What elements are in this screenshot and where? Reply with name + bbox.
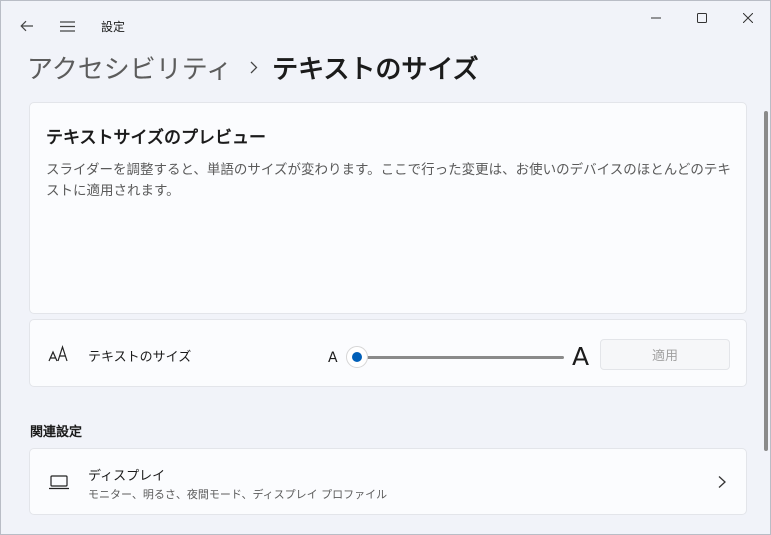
back-button[interactable]: [13, 12, 41, 40]
close-icon: [743, 13, 753, 23]
related-settings-heading: 関連設定: [30, 425, 83, 440]
related-item-subtitle: モニター、明るさ、夜間モード、ディスプレイ プロファイル: [88, 488, 388, 501]
back-arrow-icon: [20, 20, 33, 32]
minimize-button[interactable]: [633, 1, 679, 35]
apply-button[interactable]: 適用: [600, 339, 730, 370]
text-size-preview-card: テキストサイズのプレビュー スライダーを調整すると、単語のサイズが変わります。こ…: [29, 102, 747, 314]
text-size-card: テキストのサイズ A A 適用: [29, 319, 747, 387]
maximize-icon: [697, 13, 707, 23]
slider-max-glyph: A: [572, 342, 590, 371]
slider-min-glyph: A: [328, 350, 338, 366]
title-bar: 設定: [1, 1, 770, 49]
text-size-slider[interactable]: [346, 346, 568, 368]
slider-track[interactable]: [350, 356, 564, 359]
breadcrumb: アクセシビリティ テキストのサイズ: [27, 47, 479, 87]
minimize-icon: [651, 17, 661, 19]
chevron-right-icon: [718, 476, 726, 488]
preview-title: テキストサイズのプレビュー: [46, 128, 266, 148]
related-item-display[interactable]: ディスプレイ モニター、明るさ、夜間モード、ディスプレイ プロファイル: [29, 448, 747, 515]
laptop-display-icon: [49, 475, 69, 490]
app-title: 設定: [101, 20, 126, 34]
close-button[interactable]: [725, 1, 771, 35]
hamburger-menu-icon: [59, 20, 75, 32]
slider-thumb-dot: [352, 352, 362, 362]
settings-window: 設定 アクセシビリティ テキストのサイズ テキストサイズのプレビュー スライダー…: [0, 0, 771, 535]
maximize-button[interactable]: [679, 1, 725, 35]
text-size-icon: [48, 345, 68, 362]
vertical-scrollbar[interactable]: [764, 111, 768, 451]
text-size-label: テキストのサイズ: [88, 350, 192, 365]
chevron-right-icon: [250, 61, 258, 73]
navigation-menu-button[interactable]: [53, 12, 81, 40]
breadcrumb-separator: [250, 61, 258, 74]
slider-thumb[interactable]: [346, 346, 368, 368]
preview-text: スライダーを調整すると、単語のサイズが変わります。ここで行った変更は、お使いのデ…: [46, 162, 731, 199]
breadcrumb-parent-accessibility[interactable]: アクセシビリティ: [27, 49, 232, 86]
related-item-title: ディスプレイ: [88, 469, 166, 484]
page-title: テキストのサイズ: [272, 54, 479, 85]
